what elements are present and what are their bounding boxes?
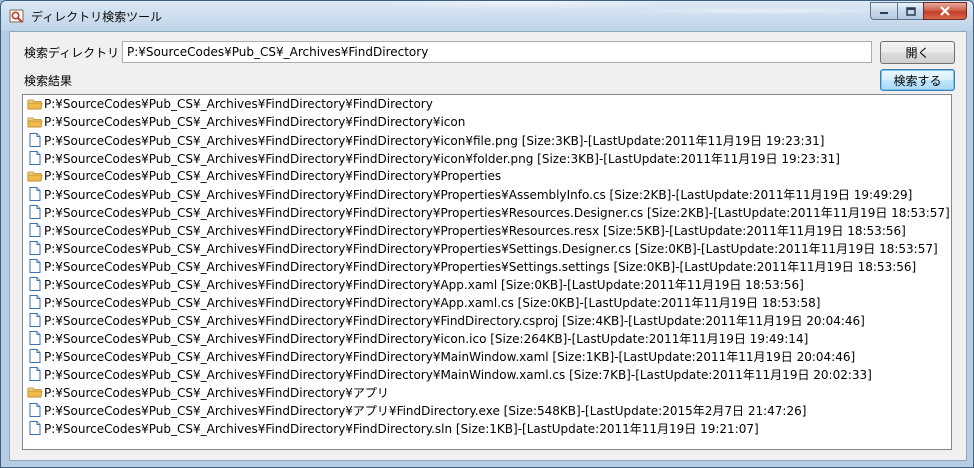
list-item[interactable]: P:¥SourceCodes¥Pub_CS¥_Archives¥FindDire… (23, 419, 951, 437)
caption-buttons (870, 2, 967, 20)
list-item[interactable]: P:¥SourceCodes¥Pub_CS¥_Archives¥FindDire… (23, 167, 951, 185)
list-item[interactable]: P:¥SourceCodes¥Pub_CS¥_Archives¥FindDire… (23, 131, 951, 149)
file-icon (27, 222, 44, 238)
list-item[interactable]: P:¥SourceCodes¥Pub_CS¥_Archives¥FindDire… (23, 275, 951, 293)
file-icon (27, 132, 44, 148)
list-item-text: P:¥SourceCodes¥Pub_CS¥_Archives¥FindDire… (44, 205, 950, 220)
close-button[interactable] (923, 2, 967, 20)
file-icon (27, 150, 44, 166)
results-list[interactable]: P:¥SourceCodes¥Pub_CS¥_Archives¥FindDire… (22, 94, 952, 450)
list-item-text: P:¥SourceCodes¥Pub_CS¥_Archives¥FindDire… (44, 133, 825, 148)
list-item[interactable]: P:¥SourceCodes¥Pub_CS¥_Archives¥FindDire… (23, 311, 951, 329)
app-window: ディレクトリ検索ツール 検索ディレクトリ 開く 検索結果 検索する P:¥Sou… (0, 0, 974, 468)
list-item-text: P:¥SourceCodes¥Pub_CS¥_Archives¥FindDire… (44, 313, 865, 328)
list-item[interactable]: P:¥SourceCodes¥Pub_CS¥_Archives¥FindDire… (23, 365, 951, 383)
search-button[interactable]: 検索する (880, 69, 955, 91)
title-bar[interactable]: ディレクトリ検索ツール (1, 1, 973, 31)
file-icon (27, 330, 44, 346)
file-icon (27, 258, 44, 274)
list-item-text: P:¥SourceCodes¥Pub_CS¥_Archives¥FindDire… (44, 331, 809, 346)
app-icon[interactable] (9, 8, 25, 24)
file-icon (27, 312, 44, 328)
list-item-text: P:¥SourceCodes¥Pub_CS¥_Archives¥FindDire… (44, 349, 856, 364)
list-item[interactable]: P:¥SourceCodes¥Pub_CS¥_Archives¥FindDire… (23, 149, 951, 167)
list-item[interactable]: P:¥SourceCodes¥Pub_CS¥_Archives¥FindDire… (23, 401, 951, 419)
list-item-text: P:¥SourceCodes¥Pub_CS¥_Archives¥FindDire… (44, 295, 821, 310)
list-item-text: P:¥SourceCodes¥Pub_CS¥_Archives¥FindDire… (44, 169, 502, 183)
maximize-button[interactable] (897, 2, 923, 20)
folder-icon (27, 114, 44, 130)
close-icon (940, 6, 950, 16)
folder-icon (27, 96, 44, 112)
file-icon (27, 276, 44, 292)
list-item[interactable]: P:¥SourceCodes¥Pub_CS¥_Archives¥FindDire… (23, 347, 951, 365)
main-panel: 検索ディレクトリ 開く 検索結果 検索する P:¥SourceCodes¥Pub… (9, 31, 967, 461)
list-item-text: P:¥SourceCodes¥Pub_CS¥_Archives¥FindDire… (44, 385, 389, 400)
search-directory-label: 検索ディレクトリ (24, 46, 120, 60)
minimize-icon (880, 12, 888, 14)
list-item-text: P:¥SourceCodes¥Pub_CS¥_Archives¥FindDire… (44, 97, 433, 111)
file-icon (27, 240, 44, 256)
maximize-icon (905, 6, 916, 16)
results-label: 検索結果 (24, 74, 73, 88)
file-icon (27, 420, 44, 436)
list-item-text: P:¥SourceCodes¥Pub_CS¥_Archives¥FindDire… (44, 367, 872, 382)
file-icon (27, 366, 44, 382)
list-item-text: P:¥SourceCodes¥Pub_CS¥_Archives¥FindDire… (44, 277, 804, 292)
search-directory-input[interactable] (122, 41, 872, 63)
folder-icon (27, 168, 44, 184)
list-item[interactable]: P:¥SourceCodes¥Pub_CS¥_Archives¥FindDire… (23, 185, 951, 203)
list-item-text: P:¥SourceCodes¥Pub_CS¥_Archives¥FindDire… (44, 421, 759, 436)
list-item-text: P:¥SourceCodes¥Pub_CS¥_Archives¥FindDire… (44, 115, 466, 129)
file-icon (27, 348, 44, 364)
file-icon (27, 402, 44, 418)
list-item-text: P:¥SourceCodes¥Pub_CS¥_Archives¥FindDire… (44, 241, 938, 256)
list-item[interactable]: P:¥SourceCodes¥Pub_CS¥_Archives¥FindDire… (23, 113, 951, 131)
list-item-text: P:¥SourceCodes¥Pub_CS¥_Archives¥FindDire… (44, 403, 807, 418)
list-item-text: P:¥SourceCodes¥Pub_CS¥_Archives¥FindDire… (44, 259, 917, 274)
file-icon (27, 294, 44, 310)
list-item[interactable]: P:¥SourceCodes¥Pub_CS¥_Archives¥FindDire… (23, 257, 951, 275)
list-item[interactable]: P:¥SourceCodes¥Pub_CS¥_Archives¥FindDire… (23, 239, 951, 257)
minimize-button[interactable] (870, 2, 897, 20)
list-item[interactable]: P:¥SourceCodes¥Pub_CS¥_Archives¥FindDire… (23, 203, 951, 221)
list-item[interactable]: P:¥SourceCodes¥Pub_CS¥_Archives¥FindDire… (23, 293, 951, 311)
list-item[interactable]: P:¥SourceCodes¥Pub_CS¥_Archives¥FindDire… (23, 329, 951, 347)
list-item[interactable]: P:¥SourceCodes¥Pub_CS¥_Archives¥FindDire… (23, 95, 951, 113)
file-icon (27, 186, 44, 202)
open-button[interactable]: 開く (880, 41, 955, 64)
list-item[interactable]: P:¥SourceCodes¥Pub_CS¥_Archives¥FindDire… (23, 221, 951, 239)
list-item-text: P:¥SourceCodes¥Pub_CS¥_Archives¥FindDire… (44, 151, 840, 166)
list-item[interactable]: P:¥SourceCodes¥Pub_CS¥_Archives¥FindDire… (23, 383, 951, 401)
window-title: ディレクトリ検索ツール (31, 10, 163, 24)
list-item-text: P:¥SourceCodes¥Pub_CS¥_Archives¥FindDire… (44, 223, 906, 238)
folder-icon (27, 384, 44, 400)
list-item-text: P:¥SourceCodes¥Pub_CS¥_Archives¥FindDire… (44, 187, 913, 202)
file-icon (27, 204, 44, 220)
